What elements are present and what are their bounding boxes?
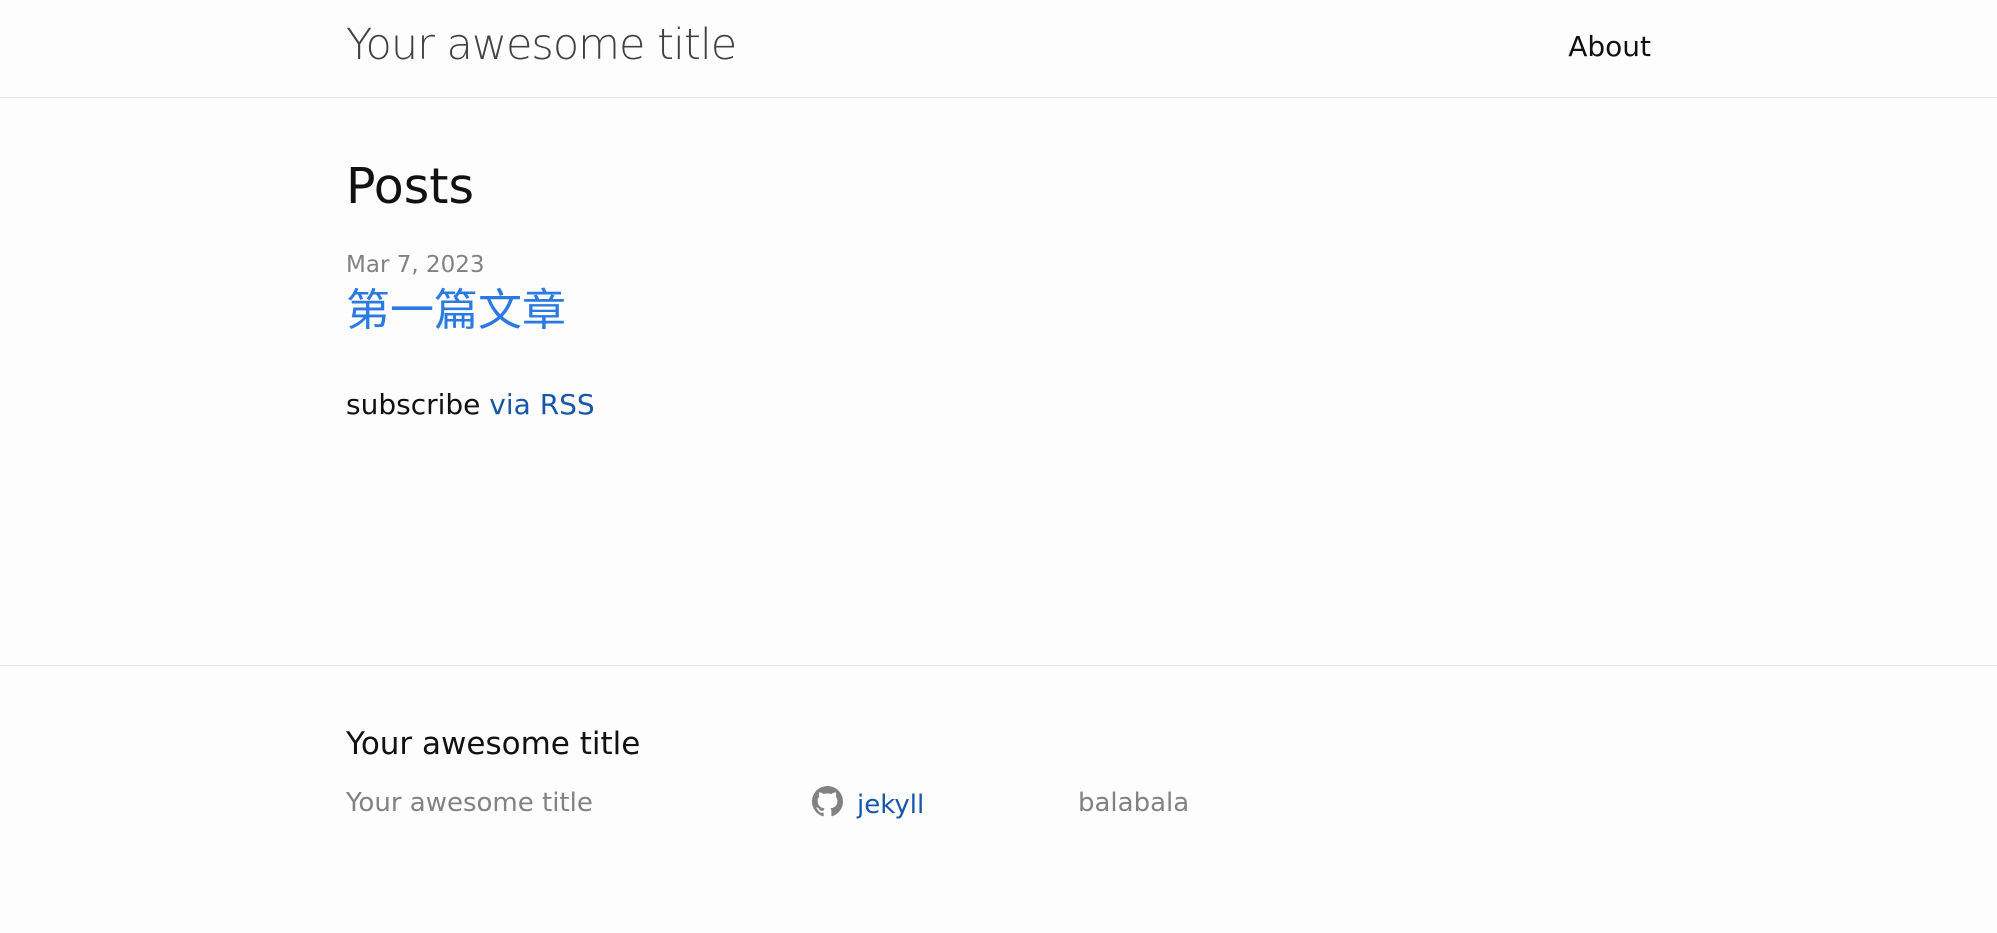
content-wrapper: Posts Mar 7, 2023 第一篇文章 subscribe via RS…: [346, 98, 1651, 422]
post-title-link[interactable]: 第一篇文章: [346, 285, 1651, 337]
footer-columns: Your awesome title jekyll balabala: [346, 782, 1651, 842]
post-list-item: Mar 7, 2023 第一篇文章: [346, 252, 1651, 337]
page-heading: Posts: [346, 158, 475, 215]
header-wrapper: Your awesome title About: [346, 0, 1651, 98]
page-content: Posts Mar 7, 2023 第一篇文章 subscribe via RS…: [0, 98, 1997, 666]
rss-subscribe: subscribe via RSS: [346, 388, 1651, 421]
site-title-link[interactable]: Your awesome title: [346, 20, 737, 70]
rss-link[interactable]: via RSS: [489, 388, 594, 421]
footer-col-site-name: Your awesome title: [346, 788, 593, 818]
footer-heading: Your awesome title: [346, 726, 641, 762]
github-icon[interactable]: [812, 785, 843, 817]
footer-col-description: balabala: [1078, 788, 1190, 818]
github-username-link[interactable]: jekyll: [857, 790, 924, 820]
nav-link-about[interactable]: About: [1568, 30, 1651, 63]
site-header: Your awesome title About: [0, 0, 1997, 98]
post-date: Mar 7, 2023: [346, 251, 485, 278]
footer-col-social: jekyll: [812, 782, 924, 820]
post-list: Mar 7, 2023 第一篇文章: [346, 252, 1651, 337]
site-footer: Your awesome title Your awesome title je…: [0, 666, 1997, 842]
footer-wrapper: Your awesome title Your awesome title je…: [346, 666, 1651, 842]
rss-prefix: subscribe: [346, 388, 481, 422]
site-nav: About: [1568, 30, 1651, 63]
